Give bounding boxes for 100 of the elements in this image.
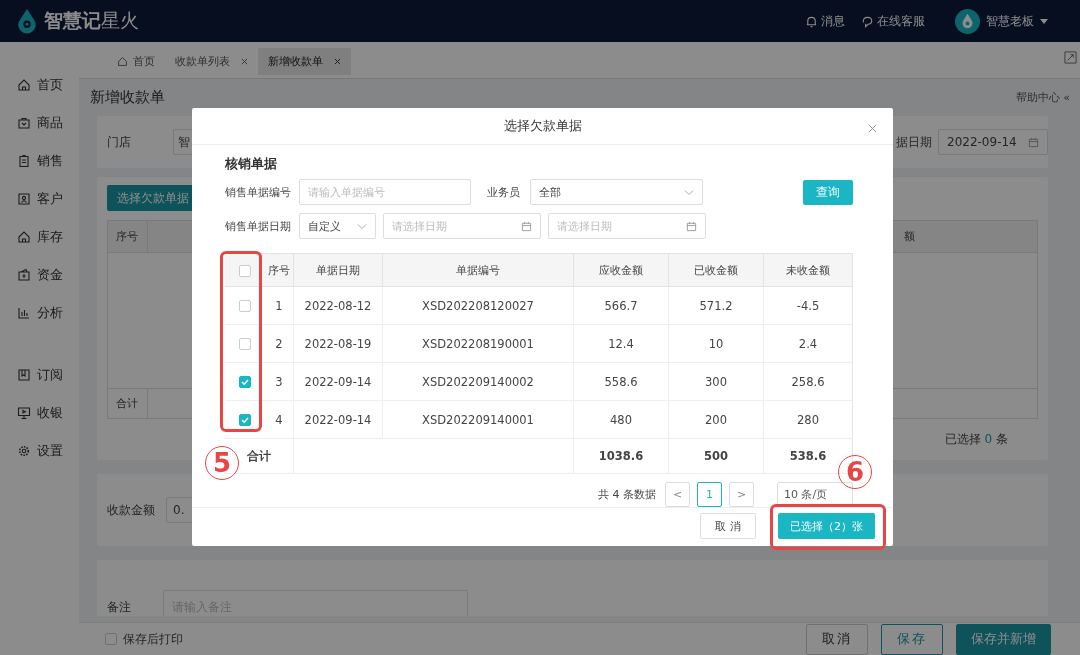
table-cell: 258.6 <box>763 362 853 401</box>
field-label: 收款金额 <box>107 501 155 519</box>
user-menu[interactable]: 智慧老板 <box>984 10 1050 32</box>
table-cell: XSD202209140001 <box>382 400 574 439</box>
column-header: 未收金额 <box>763 253 853 287</box>
table-cell: 571.2 <box>668 286 764 325</box>
sidebar-item[interactable]: 商品 <box>0 112 79 134</box>
table-cell: 2.4 <box>763 324 853 363</box>
table-cell: 566.7 <box>573 286 669 325</box>
table-cell: 558.6 <box>573 362 669 401</box>
checkbox[interactable] <box>239 300 251 312</box>
header-link[interactable]: 消息 <box>805 12 845 30</box>
table-cell: 200 <box>668 400 764 439</box>
table-cell: 2022-08-12 <box>293 286 383 325</box>
close-icon[interactable] <box>241 58 248 65</box>
table-cell: 12.4 <box>573 324 669 363</box>
table-cell: -4.5 <box>763 286 853 325</box>
table-cell: 2 <box>265 324 294 363</box>
column-header: 单据日期 <box>293 253 383 287</box>
table-cell: 4 <box>265 400 294 439</box>
help-link[interactable]: 帮助中心 « <box>1015 89 1070 105</box>
field-label: 销售单据编号 <box>225 184 292 200</box>
bar-chart-icon <box>17 306 31 320</box>
home-icon <box>17 78 31 92</box>
clipboard-icon <box>17 154 31 168</box>
next-page-button[interactable]: > <box>729 482 754 507</box>
footer-button[interactable]: 保存 <box>881 623 943 655</box>
calendar-icon <box>1028 136 1039 148</box>
contact-card-icon <box>17 192 31 206</box>
avatar-icon <box>955 8 980 34</box>
checkbox[interactable] <box>239 338 251 350</box>
total-count: 共 4 条数据 <box>598 487 656 502</box>
checkbox[interactable] <box>105 633 117 645</box>
calendar-icon <box>686 220 697 232</box>
close-icon[interactable] <box>868 124 877 133</box>
table-cell: 300 <box>668 362 764 401</box>
header-link[interactable]: 在线客服 <box>861 12 925 30</box>
sidebar-item[interactable]: 资金 <box>0 264 79 286</box>
footer-button[interactable]: 取消 <box>806 623 868 655</box>
calendar-icon <box>521 220 532 232</box>
app-name: 智慧记星火 <box>44 8 139 33</box>
home-icon <box>17 230 31 244</box>
column-header: 序号 <box>265 253 294 287</box>
selected-count: 已选择 0 条 <box>943 431 1009 448</box>
column-header: 额 <box>903 229 916 244</box>
tab[interactable]: 首页 <box>107 48 165 75</box>
date-field[interactable]: 2022-09-14 <box>938 129 1048 155</box>
sidebar-item[interactable]: 分析 <box>0 302 79 324</box>
checkbox[interactable] <box>239 264 251 277</box>
column-header: 序号 <box>108 221 148 252</box>
bag-icon <box>17 116 31 130</box>
field-label: 备注 <box>107 599 131 616</box>
sidebar-item[interactable]: 库存 <box>0 226 79 248</box>
tab[interactable]: 新增收款单 <box>258 48 351 75</box>
field-label: 门店 <box>107 133 131 151</box>
cancel-button[interactable]: 取 消 <box>700 513 756 539</box>
chevron-down-icon <box>684 188 694 196</box>
column-header: 单据编号 <box>382 253 574 287</box>
table-cell: 2022-09-14 <box>293 362 383 401</box>
total-cell: 500 <box>668 438 764 474</box>
sidebar-item[interactable]: 设置 <box>0 440 79 462</box>
table-cell: XSD202208120027 <box>382 286 574 325</box>
sidebar-item[interactable]: 客户 <box>0 188 79 210</box>
total-label: 合计 <box>108 389 148 418</box>
home-icon <box>117 56 128 67</box>
sidebar-item[interactable]: 首页 <box>0 74 79 96</box>
table-cell: XSD202208190001 <box>382 324 574 363</box>
monitor-icon <box>17 406 31 420</box>
table-cell: 2022-09-14 <box>293 400 383 439</box>
table-cell: 10 <box>668 324 764 363</box>
table-cell: 1 <box>265 286 294 325</box>
dialog-title: 选择欠款单据 <box>503 117 582 135</box>
field-label: 据日期 <box>896 133 932 151</box>
field-label: 销售单据日期 <box>225 218 292 234</box>
table-cell: 280 <box>763 400 853 439</box>
sidebar-item[interactable]: 订阅 <box>0 364 79 386</box>
previous-page-button[interactable]: < <box>665 482 690 507</box>
field-label: 业务员 <box>487 184 520 200</box>
checkbox[interactable] <box>239 414 251 426</box>
checkbox-label: 保存后打印 <box>123 630 183 648</box>
total-cell: 1038.6 <box>573 438 669 474</box>
table-cell: XSD202209140002 <box>382 362 574 401</box>
close-icon[interactable] <box>334 58 341 65</box>
chat-icon <box>861 14 874 28</box>
checkbox[interactable] <box>239 376 251 388</box>
sidebar-item[interactable]: 收银 <box>0 402 79 424</box>
section-title: 核销单据 <box>225 155 278 173</box>
book-icon <box>17 368 31 382</box>
expand-icon[interactable] <box>1064 51 1077 64</box>
caret-icon <box>1040 18 1048 24</box>
tab[interactable]: 收款单列表 <box>165 48 258 75</box>
staff-select[interactable]: 全部 <box>530 179 703 205</box>
date-mode-select[interactable]: 自定义 <box>299 213 376 239</box>
wallet-icon <box>17 268 31 282</box>
table-cell: 3 <box>265 362 294 401</box>
column-header: 已收金额 <box>668 253 764 287</box>
footer-button[interactable]: 保存并新增 <box>956 623 1051 655</box>
column-header: 应收金额 <box>573 253 669 287</box>
page-title: 新增收款单 <box>90 87 165 107</box>
sidebar-item[interactable]: 销售 <box>0 150 79 172</box>
